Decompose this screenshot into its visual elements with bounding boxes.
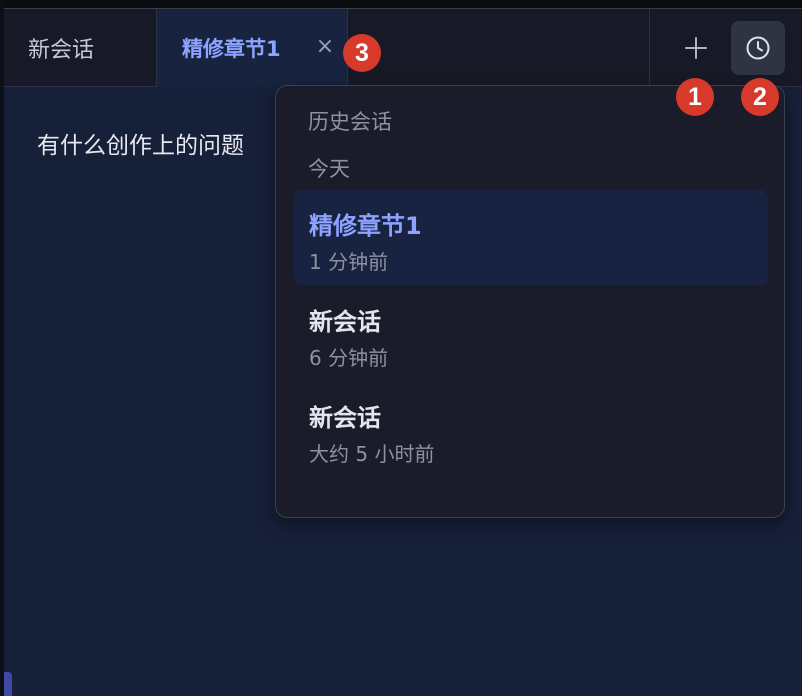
tab-refine-chapter[interactable]: 精修章节1 × (157, 9, 348, 87)
new-session-button[interactable] (678, 30, 714, 66)
chat-prompt-text: 有什么创作上的问题 (37, 133, 244, 159)
history-item-time: 大约 5 小时前 (309, 442, 435, 466)
tab-label: 精修章节1 (182, 37, 281, 61)
history-item[interactable]: 新会话 6 分钟前 (294, 286, 768, 381)
history-group-label: 今天 (308, 157, 350, 181)
history-item[interactable]: 精修章节1 1 分钟前 (294, 190, 768, 285)
plus-icon (685, 37, 707, 59)
history-item-title: 新会话 (309, 404, 381, 432)
history-button[interactable] (731, 21, 785, 75)
tab-bar: 新会话 精修章节1 × (4, 9, 802, 87)
tab-label: 新会话 (28, 38, 95, 63)
history-item-title: 新会话 (309, 308, 381, 336)
divider (649, 9, 650, 87)
annotation-badge-2: 2 (741, 78, 779, 116)
clock-icon (746, 36, 770, 60)
history-item-time: 1 分钟前 (309, 250, 389, 274)
window-top-strip (4, 0, 802, 9)
history-dropdown: 历史会话 今天 精修章节1 1 分钟前 新会话 6 分钟前 新会话 大约 5 小… (275, 85, 785, 518)
history-title: 历史会话 (308, 110, 392, 134)
chat-panel: 新会话 精修章节1 × 有什么创作上的问题 历史会话 今天 精修章节1 1 分钟… (0, 0, 802, 696)
resize-handle[interactable] (4, 672, 12, 696)
history-item-time: 6 分钟前 (309, 346, 389, 370)
annotation-badge-1: 1 (676, 78, 714, 116)
tab-new-session[interactable]: 新会话 (4, 9, 157, 87)
history-item[interactable]: 新会话 大约 5 小时前 (294, 382, 768, 477)
annotation-badge-3: 3 (343, 34, 381, 72)
history-item-title: 精修章节1 (309, 212, 422, 240)
close-icon[interactable]: × (313, 35, 337, 59)
